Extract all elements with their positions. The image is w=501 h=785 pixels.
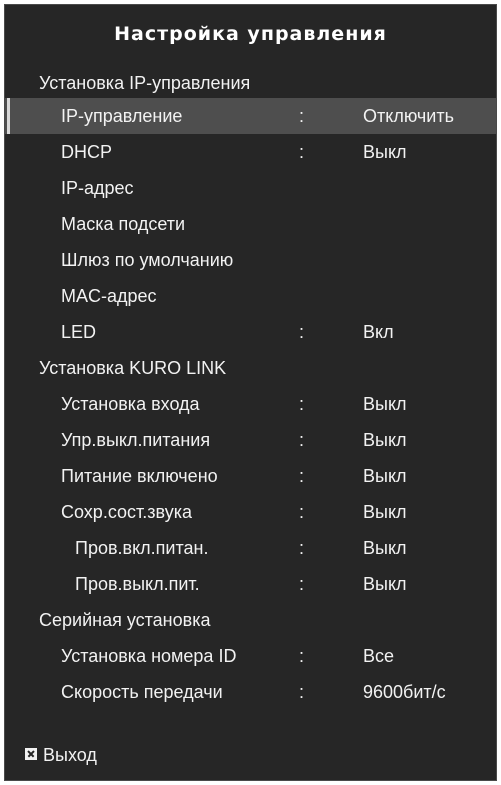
exit-button[interactable]: Выход bbox=[25, 743, 97, 767]
section-header: Установка IP-управления bbox=[39, 73, 251, 93]
item-value: Все bbox=[363, 646, 395, 666]
item-separator: : bbox=[299, 322, 305, 342]
menu-item-ip-control[interactable]: IP-управление : Отключить bbox=[5, 98, 496, 134]
item-label: Скорость передачи bbox=[61, 682, 223, 702]
item-label: Сохр.сост.звука bbox=[61, 502, 192, 522]
menu-item-gateway[interactable]: Шлюз по умолчанию bbox=[5, 242, 496, 278]
item-value: Выкл bbox=[363, 538, 407, 558]
menu-item-check-power-off[interactable]: Пров.выкл.пит. : Выкл bbox=[5, 566, 496, 602]
menu-item-power-off-control[interactable]: Упр.выкл.питания : Выкл bbox=[5, 422, 496, 458]
close-icon bbox=[25, 748, 37, 761]
menu-item-power-on[interactable]: Питание включено : Выкл bbox=[5, 458, 496, 494]
item-value: Вкл bbox=[363, 322, 394, 342]
item-label: Упр.выкл.питания bbox=[61, 430, 211, 450]
item-separator: : bbox=[299, 502, 305, 522]
item-value: Отключить bbox=[363, 106, 454, 126]
menu-item-baud-rate[interactable]: Скорость передачи : 9600бит/с bbox=[5, 674, 496, 710]
section-header: Серийная установка bbox=[39, 610, 211, 630]
item-value: Выкл bbox=[363, 394, 407, 414]
item-separator: : bbox=[299, 466, 305, 486]
item-separator: : bbox=[299, 394, 305, 414]
item-value: Выкл bbox=[363, 466, 407, 486]
exit-label: Выход bbox=[43, 745, 97, 765]
item-label: Пров.выкл.пит. bbox=[75, 574, 200, 594]
menu-item-subnet-mask[interactable]: Маска подсети bbox=[5, 206, 496, 242]
item-label: DHCP bbox=[61, 142, 113, 162]
item-value: 9600бит/с bbox=[363, 682, 446, 702]
item-label: IP-управление bbox=[61, 106, 183, 126]
item-label: Маска подсети bbox=[61, 214, 186, 234]
item-separator: : bbox=[299, 430, 305, 450]
section-ip-control: Установка IP-управления bbox=[5, 65, 496, 101]
item-label: Питание включено bbox=[61, 466, 218, 486]
item-separator: : bbox=[299, 574, 305, 594]
section-kuro-link: Установка KURO LINK bbox=[5, 350, 496, 386]
section-header: Установка KURO LINK bbox=[39, 358, 227, 378]
item-separator: : bbox=[299, 538, 305, 558]
item-separator: : bbox=[299, 142, 305, 162]
item-label: Пров.вкл.питан. bbox=[75, 538, 209, 558]
menu-item-led[interactable]: LED : Вкл bbox=[5, 314, 496, 350]
menu-item-save-audio-state[interactable]: Сохр.сост.звука : Выкл bbox=[5, 494, 496, 530]
menu-item-check-power-on[interactable]: Пров.вкл.питан. : Выкл bbox=[5, 530, 496, 566]
control-settings-menu: Настройка управления Установка IP-управл… bbox=[4, 4, 497, 781]
item-separator: : bbox=[299, 682, 305, 702]
item-label: Установка входа bbox=[61, 394, 200, 414]
section-serial: Серийная установка bbox=[5, 602, 496, 638]
menu-item-dhcp[interactable]: DHCP : Выкл bbox=[5, 134, 496, 170]
item-label: Установка номера ID bbox=[61, 646, 237, 666]
menu-title: Настройка управления bbox=[114, 23, 387, 45]
item-separator: : bbox=[299, 106, 305, 126]
item-separator: : bbox=[299, 646, 305, 666]
menu-item-input-setting[interactable]: Установка входа : Выкл bbox=[5, 386, 496, 422]
menu-item-mac-address[interactable]: MAC-адрес bbox=[5, 278, 496, 314]
menu-item-ip-address[interactable]: IP-адрес bbox=[5, 170, 496, 206]
menu-item-id-number[interactable]: Установка номера ID : Все bbox=[5, 638, 496, 674]
item-value: Выкл bbox=[363, 142, 407, 162]
item-value: Выкл bbox=[363, 430, 407, 450]
item-label: Шлюз по умолчанию bbox=[61, 250, 234, 270]
item-label: MAC-адрес bbox=[61, 286, 157, 306]
item-value: Выкл bbox=[363, 502, 407, 522]
item-label: IP-адрес bbox=[61, 178, 134, 198]
item-value: Выкл bbox=[363, 574, 407, 594]
item-label: LED bbox=[61, 322, 97, 342]
